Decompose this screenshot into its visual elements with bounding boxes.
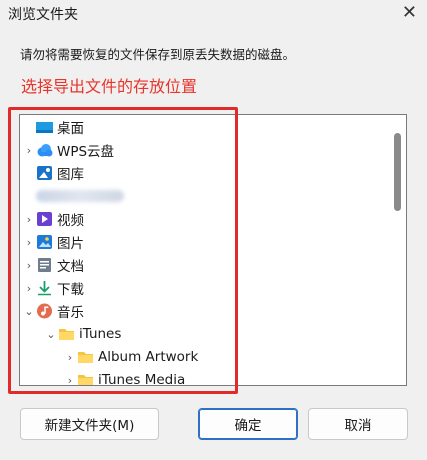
folder-icon bbox=[58, 326, 75, 342]
ok-button[interactable]: 确定 bbox=[198, 408, 298, 440]
expand-chevron-icon[interactable]: › bbox=[22, 213, 36, 226]
folder-icon bbox=[77, 372, 94, 385]
tree-item-label: 下载 bbox=[57, 282, 84, 298]
tree-item-videos[interactable]: › 视频 bbox=[22, 208, 84, 230]
tree-item-album-artwork[interactable]: › Album Artwork bbox=[63, 346, 199, 368]
expand-chevron-icon[interactable]: › bbox=[63, 374, 77, 386]
collapse-chevron-icon[interactable]: ⌄ bbox=[44, 328, 58, 341]
music-icon bbox=[36, 303, 53, 319]
tree-item-label: 图片 bbox=[57, 236, 84, 252]
tree-item-pictures[interactable]: › 图片 bbox=[22, 231, 84, 253]
expand-chevron-icon[interactable]: › bbox=[22, 144, 36, 157]
redacted-label bbox=[36, 190, 124, 202]
folder-icon bbox=[77, 349, 94, 365]
downloads-icon bbox=[36, 280, 53, 296]
folder-tree[interactable]: 桌面 › WPS云盘 图库 › 视频 › 图片 › 文档 › 下载 ⌄ 音乐 ⌄… bbox=[19, 114, 407, 386]
tree-item-wps-cloud[interactable]: › WPS云盘 bbox=[22, 139, 114, 161]
close-icon[interactable]: ✕ bbox=[402, 1, 417, 25]
tree-item-label: 文档 bbox=[57, 259, 84, 275]
tree-item-label: iTunes Media bbox=[98, 372, 186, 386]
tree-item-label: Album Artwork bbox=[98, 349, 199, 365]
expand-chevron-icon[interactable]: › bbox=[22, 282, 36, 295]
tree-item-user-folder[interactable] bbox=[22, 185, 124, 207]
tree-item-gallery[interactable]: 图库 bbox=[22, 162, 84, 184]
tree-item-label: 桌面 bbox=[57, 121, 84, 137]
gallery-icon bbox=[36, 165, 53, 181]
cancel-button[interactable]: 取消 bbox=[308, 408, 408, 440]
expand-chevron-icon[interactable]: › bbox=[22, 259, 36, 272]
tree-item-documents[interactable]: › 文档 bbox=[22, 254, 84, 276]
dialog-title: 浏览文件夹 bbox=[8, 7, 78, 23]
tree-item-label: 视频 bbox=[57, 213, 84, 229]
documents-icon bbox=[36, 257, 53, 273]
pictures-icon bbox=[36, 234, 53, 250]
desktop-icon bbox=[36, 119, 53, 135]
new-folder-button[interactable]: 新建文件夹(M) bbox=[20, 408, 159, 440]
expand-chevron-icon[interactable]: › bbox=[63, 351, 77, 364]
tree-item-label: 音乐 bbox=[57, 305, 84, 321]
annotation-text: 选择导出文件的存放位置 bbox=[21, 77, 198, 96]
tree-item-itunes[interactable]: ⌄ iTunes bbox=[44, 323, 121, 345]
scrollbar-thumb[interactable] bbox=[394, 133, 401, 211]
instruction-text: 请勿将需要恢复的文件保存到原丢失数据的磁盘。 bbox=[20, 47, 296, 62]
tree-item-label: iTunes bbox=[79, 326, 122, 342]
tree-item-music[interactable]: ⌄ 音乐 bbox=[22, 300, 84, 322]
collapse-chevron-icon[interactable]: ⌄ bbox=[22, 305, 36, 318]
tree-item-itunes-media[interactable]: › iTunes Media bbox=[63, 369, 186, 386]
cloud-icon bbox=[36, 142, 53, 158]
videos-icon bbox=[36, 211, 53, 227]
tree-item-label: WPS云盘 bbox=[57, 144, 115, 160]
expand-chevron-icon[interactable]: › bbox=[22, 236, 36, 249]
tree-item-downloads[interactable]: › 下载 bbox=[22, 277, 84, 299]
tree-item-label: 图库 bbox=[57, 167, 84, 183]
tree-item-desktop[interactable]: 桌面 bbox=[22, 116, 84, 138]
vertical-scrollbar[interactable] bbox=[390, 115, 406, 385]
